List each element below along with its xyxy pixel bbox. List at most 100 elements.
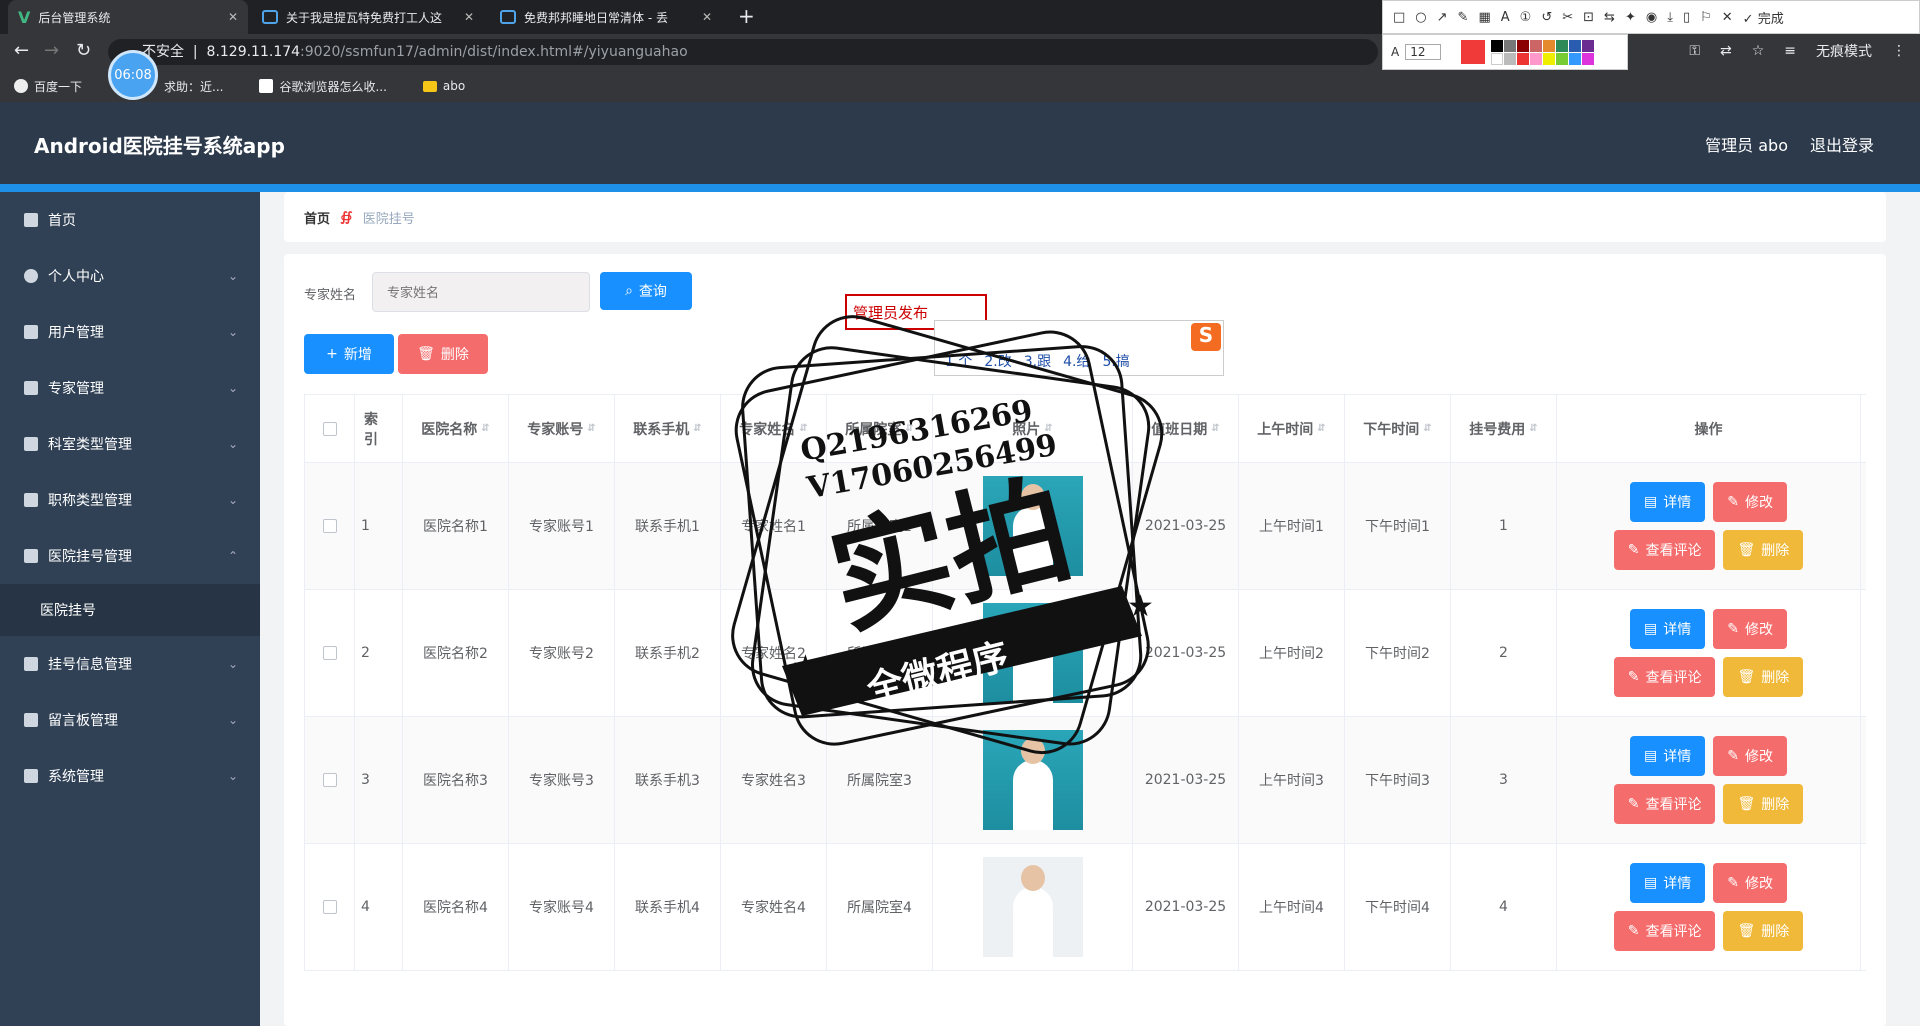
header-cell[interactable]: 挂号费用 ⇵ xyxy=(1451,395,1557,462)
edit-button[interactable]: ✎ 修改 xyxy=(1713,736,1787,776)
delete-button[interactable]: 🗑 删除 xyxy=(1723,530,1804,570)
current-color-swatch[interactable] xyxy=(1460,40,1485,64)
pen-tool-icon[interactable]: ✎ xyxy=(1458,10,1469,25)
detail-button[interactable]: ▤ 详情 xyxy=(1630,736,1706,776)
ime-candidate[interactable]: 3.跟 xyxy=(1024,351,1051,371)
doctor-photo[interactable] xyxy=(982,476,1083,576)
forward-icon[interactable]: → xyxy=(44,40,59,61)
new-tab-button[interactable]: + xyxy=(738,4,755,28)
key-icon[interactable]: ⚿ xyxy=(1689,43,1700,59)
star-icon[interactable]: ☆ xyxy=(1752,43,1765,59)
menu-list-icon[interactable]: ≡ xyxy=(1784,43,1796,59)
review-button[interactable]: ✎ 查看评论 xyxy=(1613,657,1716,697)
close-icon[interactable]: ✕ xyxy=(228,10,238,24)
sidebar-item-departments[interactable]: 科室类型管理 ⌄ xyxy=(0,416,260,472)
header-cell[interactable]: 下午时间 ⇵ xyxy=(1345,395,1451,462)
translate-tool-icon[interactable]: ⇆ xyxy=(1604,10,1615,25)
text-tool-icon[interactable]: A xyxy=(1501,10,1510,25)
sort-icon[interactable]: ⇵ xyxy=(481,423,489,434)
close-icon[interactable]: ✕ xyxy=(1722,10,1733,25)
sidebar-item-reginfo[interactable]: 挂号信息管理 ⌄ xyxy=(0,636,260,692)
sidebar-item-messages[interactable]: 留言板管理 ⌄ xyxy=(0,692,260,748)
header-cell[interactable]: 照片 ⇵ xyxy=(933,395,1133,462)
record-icon[interactable]: ◉ xyxy=(1646,10,1657,25)
row-checkbox[interactable] xyxy=(322,900,337,914)
back-icon[interactable]: ← xyxy=(14,40,29,61)
search-input[interactable] xyxy=(372,272,590,312)
detail-button[interactable]: ▤ 详情 xyxy=(1630,863,1706,903)
select-all-checkbox[interactable] xyxy=(322,421,337,436)
row-checkbox[interactable] xyxy=(322,646,337,660)
bookmark-baidu[interactable]: 百度一下 xyxy=(14,78,82,95)
row-checkbox[interactable] xyxy=(322,773,337,787)
review-button[interactable]: ✎ 查看评论 xyxy=(1613,911,1716,951)
ime-candidate[interactable]: 2.改 xyxy=(984,351,1011,371)
done-button[interactable]: ✓ 完成 xyxy=(1743,8,1784,27)
delete-button[interactable]: 🗑 删除 xyxy=(1723,657,1804,697)
header-cell[interactable]: 上午时间 ⇵ xyxy=(1239,395,1345,462)
header-cell[interactable]: 专家账号 ⇵ xyxy=(509,395,615,462)
phone-icon[interactable]: ▯ xyxy=(1683,10,1690,25)
ime-candidate[interactable]: 4.给 xyxy=(1063,351,1090,371)
header-cell[interactable]: 所属院室 ⇵ xyxy=(827,395,933,462)
sidebar-item-profile[interactable]: 个人中心 ⌄ xyxy=(0,248,260,304)
sidebar-item-users[interactable]: 用户管理 ⌄ xyxy=(0,304,260,360)
header-cell[interactable]: 联系手机 ⇵ xyxy=(615,395,721,462)
sort-icon[interactable]: ⇵ xyxy=(587,423,595,434)
detail-button[interactable]: ▤ 详情 xyxy=(1630,482,1706,522)
bookmark-icon[interactable]: ⚐ xyxy=(1700,10,1712,25)
sidebar-subitem-registration[interactable]: 医院挂号 xyxy=(0,584,260,636)
sort-icon[interactable]: ⇵ xyxy=(905,423,913,434)
font-size-select[interactable]: 12 xyxy=(1405,44,1441,60)
more-icon[interactable]: ⋮ xyxy=(1892,43,1906,59)
mosaic-tool-icon[interactable]: ▦ xyxy=(1478,10,1490,25)
undo-icon[interactable]: ↺ xyxy=(1541,10,1552,25)
edit-button[interactable]: ✎ 修改 xyxy=(1713,482,1787,522)
sort-icon[interactable]: ⇵ xyxy=(1211,423,1219,434)
ellipse-tool-icon[interactable]: ○ xyxy=(1415,10,1426,25)
breadcrumb-home[interactable]: 首页 xyxy=(304,208,330,227)
review-button[interactable]: ✎ 查看评论 xyxy=(1613,530,1716,570)
rect-tool-icon[interactable]: □ xyxy=(1393,10,1405,25)
tab-admin[interactable]: V 后台管理系统 ✕ xyxy=(8,0,248,34)
ime-candidate[interactable]: 1.个 xyxy=(945,351,972,371)
logout-link[interactable]: 退出登录 xyxy=(1810,132,1874,156)
incognito-label[interactable]: 无痕模式 xyxy=(1816,41,1872,61)
bookmark-chrome[interactable]: 谷歌浏览器怎么收... xyxy=(259,78,387,95)
reload-icon[interactable]: ↻ xyxy=(76,40,91,61)
doctor-photo[interactable] xyxy=(982,603,1083,703)
color-palette[interactable] xyxy=(1490,39,1594,65)
sort-icon[interactable]: ⇵ xyxy=(1044,423,1052,434)
sidebar-item-titles[interactable]: 职称类型管理 ⌄ xyxy=(0,472,260,528)
sort-icon[interactable]: ⇵ xyxy=(1317,423,1325,434)
delete-button[interactable]: 🗑 删除 xyxy=(1723,911,1804,951)
close-icon[interactable]: ✕ xyxy=(702,10,712,24)
bookmark-abo[interactable]: abo xyxy=(422,79,465,93)
scan-icon[interactable]: ⊡ xyxy=(1583,10,1594,25)
add-button[interactable]: + 新增 xyxy=(304,334,394,374)
batch-delete-button[interactable]: 🗑 删除 xyxy=(398,334,488,374)
sort-icon[interactable]: ⇵ xyxy=(693,423,701,434)
review-button[interactable]: ✎ 查看评论 xyxy=(1613,784,1716,824)
cut-icon[interactable]: ✂ xyxy=(1562,10,1573,25)
edit-button[interactable]: ✎ 修改 xyxy=(1713,863,1787,903)
detail-button[interactable]: ▤ 详情 xyxy=(1630,609,1706,649)
header-cell[interactable]: 专家姓名 ⇵ xyxy=(721,395,827,462)
download-icon[interactable]: ⤓ xyxy=(1667,10,1673,25)
sidebar-item-experts[interactable]: 专家管理 ⌄ xyxy=(0,360,260,416)
tab-3[interactable]: 免费邦邦睡地日常清体 - 丢 ✕ xyxy=(490,0,722,34)
sort-icon[interactable]: ⇵ xyxy=(1529,423,1537,434)
number-tool-icon[interactable]: ① xyxy=(1520,10,1532,25)
bookmark-help[interactable]: 求助：近... xyxy=(164,78,223,95)
header-cell[interactable]: 索引 xyxy=(355,395,403,462)
doctor-photo[interactable] xyxy=(982,857,1083,957)
url-field[interactable]: 不安全 | 8.129.11.174:9020/ssmfun17/admin/d… xyxy=(108,39,1378,65)
close-icon[interactable]: ✕ xyxy=(464,10,474,24)
header-cell[interactable]: 值班日期 ⇵ xyxy=(1133,395,1239,462)
row-checkbox[interactable] xyxy=(322,519,337,533)
ime-candidate[interactable]: 5.搞 xyxy=(1102,351,1129,371)
sidebar-item-system[interactable]: 系统管理 ⌄ xyxy=(0,748,260,804)
tab-2[interactable]: 关于我是提瓦特免费打工人这 ✕ xyxy=(252,0,484,34)
sidebar-item-registration[interactable]: 医院挂号管理 ⌃ xyxy=(0,528,260,584)
translate-icon[interactable]: ⇄ xyxy=(1720,43,1732,59)
